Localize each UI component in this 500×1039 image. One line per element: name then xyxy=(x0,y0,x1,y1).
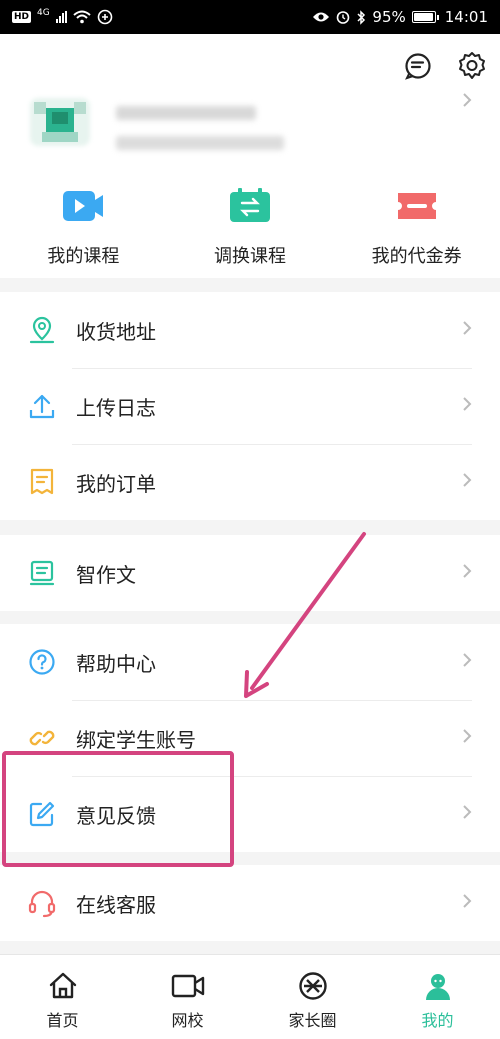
chevron-right-icon xyxy=(462,893,472,913)
status-right: 95% 14:01 xyxy=(312,8,488,26)
profile-section: 我的课程 调换课程 我的代金券 xyxy=(0,34,500,278)
wifi-icon xyxy=(73,10,91,24)
home-icon xyxy=(46,969,80,1003)
link-icon xyxy=(26,722,58,754)
menu-item-my-orders[interactable]: 我的订单 xyxy=(0,444,500,520)
data-saver-icon xyxy=(97,9,113,25)
menu-item-label: 意见反馈 xyxy=(76,803,156,828)
message-icon[interactable] xyxy=(402,50,434,82)
menu-item-help-center[interactable]: 帮助中心 xyxy=(0,624,500,700)
quick-actions: 我的课程 调换课程 我的代金券 xyxy=(0,188,500,268)
essay-icon xyxy=(26,557,58,589)
menu-item-label: 在线客服 xyxy=(76,892,156,917)
quick-action-label: 我的代金券 xyxy=(371,246,462,267)
menu-item-label: 绑定学生账号 xyxy=(76,727,196,752)
menu-group-service: 在线客服 xyxy=(0,865,500,941)
menu-group-support: 帮助中心 绑定学生账号 意见反馈 xyxy=(0,624,500,852)
profile-icon xyxy=(421,969,455,1003)
menu-item-address[interactable]: 收货地址 xyxy=(0,292,500,368)
nav-label: 首页 xyxy=(46,1011,79,1030)
menu-item-smart-essay[interactable]: 智作文 xyxy=(0,535,500,611)
eye-icon xyxy=(313,12,330,22)
chevron-right-icon xyxy=(462,804,472,824)
nav-item-home[interactable]: 首页 xyxy=(0,955,125,1039)
location-icon xyxy=(26,314,58,346)
chevron-right-icon xyxy=(462,728,472,748)
status-bar: HD 4G 95% 14:01 xyxy=(0,0,500,34)
menu-item-label: 我的订单 xyxy=(76,471,156,496)
avatar[interactable] xyxy=(30,98,90,146)
chevron-right-icon xyxy=(462,472,472,492)
nav-item-parent-circle[interactable]: 家长圈 xyxy=(250,955,375,1039)
quick-action-coupons[interactable]: 我的代金券 xyxy=(333,188,500,268)
network-type: 4G xyxy=(37,8,50,18)
upload-icon xyxy=(26,390,58,422)
battery-icon xyxy=(411,11,439,23)
status-left: HD 4G xyxy=(12,8,113,25)
nav-label: 网校 xyxy=(171,1011,204,1030)
quick-action-label: 我的课程 xyxy=(47,246,120,267)
edit-icon xyxy=(26,798,58,830)
chevron-right-icon xyxy=(462,396,472,416)
help-icon xyxy=(26,646,58,678)
quick-action-swap-course[interactable]: 调换课程 xyxy=(167,188,334,268)
signal-icon xyxy=(55,11,67,23)
header-actions xyxy=(402,50,488,82)
menu-group-account: 收货地址 上传日志 我的订单 xyxy=(0,292,500,520)
nav-item-online-school[interactable]: 网校 xyxy=(125,955,250,1039)
hd-badge: HD xyxy=(12,11,32,23)
menu-item-online-service[interactable]: 在线客服 xyxy=(0,865,500,941)
battery-percent: 95% xyxy=(372,8,406,26)
headset-icon xyxy=(26,887,58,919)
chevron-right-icon xyxy=(462,563,472,583)
chevron-right-icon xyxy=(462,320,472,340)
camera-icon xyxy=(171,969,205,1003)
menu-group-essay: 智作文 xyxy=(0,535,500,611)
circle-icon xyxy=(296,969,330,1003)
menu-item-label: 收货地址 xyxy=(76,319,156,344)
menu-item-bind-student[interactable]: 绑定学生账号 xyxy=(0,700,500,776)
menu-item-label: 智作文 xyxy=(76,562,136,587)
nav-label: 我的 xyxy=(421,1011,454,1030)
menu-item-upload-log[interactable]: 上传日志 xyxy=(0,368,500,444)
user-id-blurred xyxy=(116,136,284,150)
swap-icon xyxy=(228,188,272,224)
menu-item-label: 帮助中心 xyxy=(76,651,156,676)
nav-label: 家长圈 xyxy=(288,1011,337,1030)
alarm-icon xyxy=(337,11,350,24)
bottom-nav: 首页 网校 家长圈 我的 xyxy=(0,954,500,1039)
bluetooth-icon xyxy=(357,9,366,25)
chevron-right-icon xyxy=(462,652,472,672)
quick-action-label: 调换课程 xyxy=(214,246,286,267)
user-name-blurred xyxy=(116,106,256,120)
nav-item-mine[interactable]: 我的 xyxy=(375,955,500,1039)
settings-icon[interactable] xyxy=(456,50,488,82)
order-icon xyxy=(26,466,58,498)
clock: 14:01 xyxy=(444,8,488,26)
quick-action-my-courses[interactable]: 我的课程 xyxy=(0,188,167,268)
menu-item-feedback[interactable]: 意见反馈 xyxy=(0,776,500,852)
video-icon xyxy=(61,188,105,224)
coupon-icon xyxy=(395,188,439,224)
menu-item-label: 上传日志 xyxy=(76,395,156,420)
profile-chevron-icon[interactable] xyxy=(462,92,472,112)
